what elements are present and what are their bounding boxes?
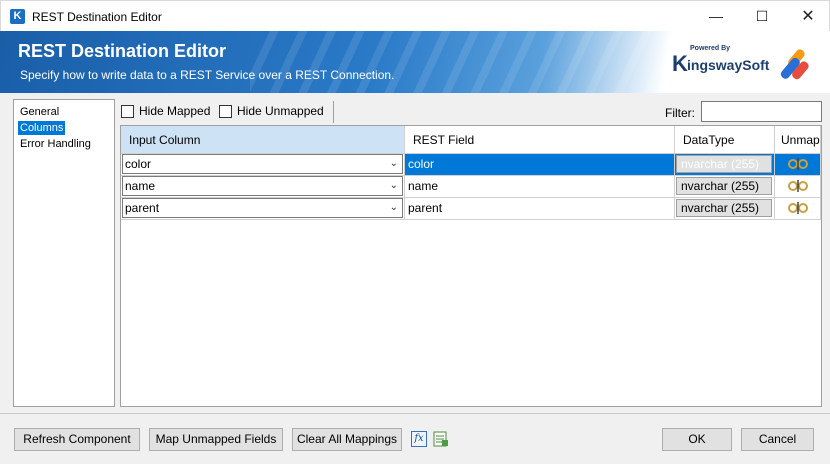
- hide-mapped-checkbox[interactable]: [121, 105, 134, 118]
- table-row: parent ⌄: [121, 198, 405, 220]
- chevron-down-icon[interactable]: ⌄: [390, 177, 398, 195]
- filter-input[interactable]: [701, 101, 822, 122]
- unmap-cell: [775, 154, 821, 176]
- datatype-button[interactable]: nvarchar (255): [676, 155, 772, 173]
- table-row: color ⌄: [121, 154, 405, 176]
- column-mapping-grid: Input Column REST Field DataType Unmap c…: [120, 125, 822, 407]
- chevron-down-icon[interactable]: ⌄: [390, 155, 398, 173]
- logo-powered-by: Powered By: [690, 45, 731, 52]
- unmap-icon[interactable]: [787, 157, 809, 171]
- rest-field-cell[interactable]: name: [405, 176, 675, 198]
- app-icon: K: [10, 9, 25, 24]
- logo-wordmark: ingswaySoft: [687, 57, 770, 73]
- hide-unmapped-label: Hide Unmapped: [237, 104, 324, 118]
- toolbar-divider: [333, 101, 334, 123]
- filter-label: Filter:: [665, 106, 695, 120]
- footer-divider: [0, 413, 830, 414]
- input-column-value: color: [125, 157, 152, 171]
- input-column-select[interactable]: name ⌄: [122, 176, 403, 196]
- window-title: REST Destination Editor: [32, 10, 162, 24]
- ok-button[interactable]: OK: [662, 428, 732, 451]
- header-banner: REST Destination Editor Specify how to w…: [0, 31, 830, 93]
- datatype-cell: nvarchar (255): [675, 154, 775, 176]
- banner-decoration: [250, 31, 670, 93]
- table-row: name ⌄: [121, 176, 405, 198]
- unmap-icon[interactable]: [787, 201, 809, 215]
- cancel-button[interactable]: Cancel: [741, 428, 814, 451]
- nav-item-columns[interactable]: Columns: [18, 121, 66, 135]
- logo-k: K: [672, 51, 688, 76]
- input-column-select[interactable]: color ⌄: [122, 154, 403, 174]
- rest-field-cell[interactable]: color: [405, 154, 675, 176]
- hide-unmapped-checkbox[interactable]: [219, 105, 232, 118]
- unmap-cell: [775, 176, 821, 198]
- rest-field-header[interactable]: REST Field: [405, 126, 675, 154]
- columns-toolbar: Hide Mapped Hide Unmapped Filter:: [120, 99, 830, 125]
- input-column-select[interactable]: parent ⌄: [122, 198, 403, 218]
- datatype-cell: nvarchar (255): [675, 198, 775, 220]
- unmap-header[interactable]: Unmap: [775, 126, 821, 154]
- kingswaysoft-logo: Powered By K ingswaySoft: [672, 45, 769, 79]
- export-mappings-icon[interactable]: [433, 431, 449, 447]
- input-column-value: parent: [125, 201, 160, 215]
- minimize-button[interactable]: —: [693, 1, 739, 32]
- datatype-cell: nvarchar (255): [675, 176, 775, 198]
- brand-mark-icon: [780, 49, 809, 80]
- datatype-button[interactable]: nvarchar (255): [676, 199, 772, 217]
- close-button[interactable]: ✕: [785, 1, 830, 32]
- chevron-down-icon[interactable]: ⌄: [390, 199, 398, 217]
- clear-all-mappings-button[interactable]: Clear All Mappings: [292, 428, 402, 451]
- title-bar: K REST Destination Editor — ☐ ✕: [0, 0, 830, 31]
- maximize-button[interactable]: ☐: [739, 1, 785, 32]
- nav-item-general[interactable]: General: [18, 105, 61, 119]
- unmap-cell: [775, 198, 821, 220]
- input-column-value: name: [125, 179, 156, 193]
- datatype-button[interactable]: nvarchar (255): [676, 177, 772, 195]
- nav-item-error-handling[interactable]: Error Handling: [18, 137, 93, 151]
- hide-mapped-label: Hide Mapped: [139, 104, 211, 118]
- rest-field-cell[interactable]: parent: [405, 198, 675, 220]
- input-column-header[interactable]: Input Column: [121, 126, 405, 154]
- map-unmapped-fields-button[interactable]: Map Unmapped Fields: [149, 428, 283, 451]
- banner-subtitle: Specify how to write data to a REST Serv…: [20, 68, 395, 82]
- page-navigation: General Columns Error Handling: [13, 99, 115, 407]
- banner-title: REST Destination Editor: [18, 41, 227, 61]
- unmap-icon[interactable]: [787, 179, 809, 193]
- expression-icon[interactable]: fx: [411, 431, 427, 447]
- refresh-component-button[interactable]: Refresh Component: [14, 428, 140, 451]
- datatype-header[interactable]: DataType: [675, 126, 775, 154]
